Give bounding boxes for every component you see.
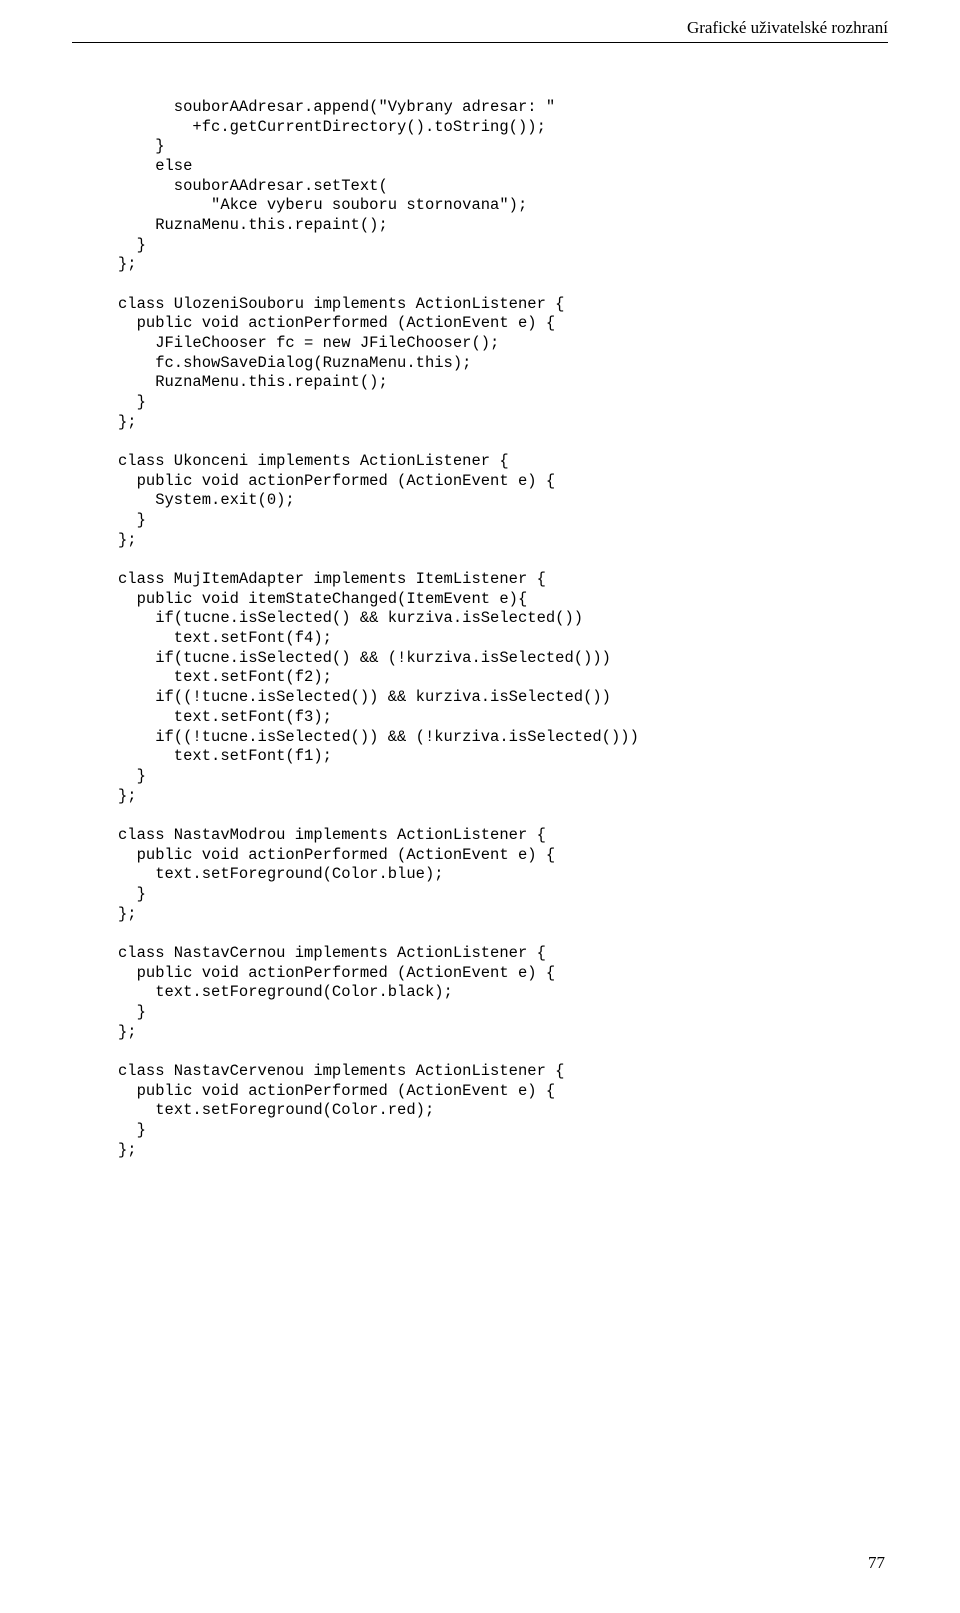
page-header-title: Grafické uživatelské rozhraní <box>687 18 888 38</box>
header-divider <box>72 42 888 43</box>
code-listing: souborAAdresar.append("Vybrany adresar: … <box>118 98 888 1160</box>
page-number: 77 <box>868 1553 885 1573</box>
